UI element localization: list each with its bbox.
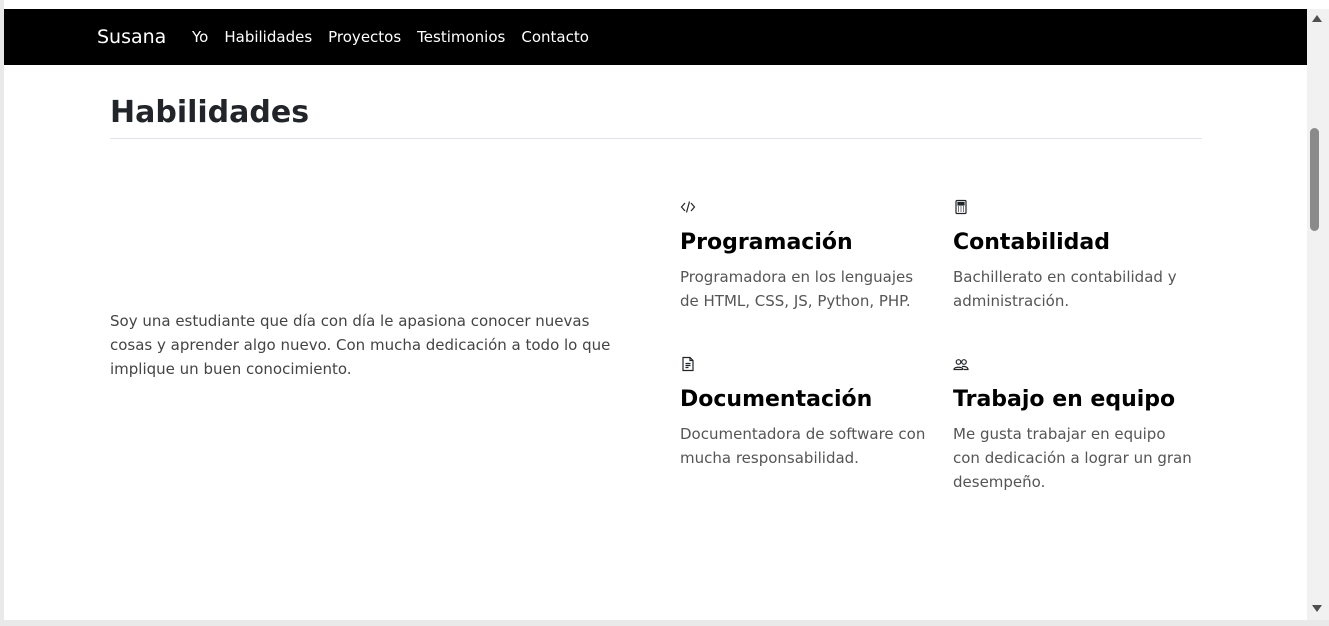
skill-card-contabilidad: Contabilidad Bachillerato en contabilida… bbox=[953, 199, 1203, 313]
document-icon bbox=[680, 356, 696, 372]
code-icon bbox=[680, 199, 696, 215]
skill-title: Trabajo en equipo bbox=[953, 387, 1176, 412]
skill-card-trabajo-en-equipo: Trabajo en equipo Me gusta trabajar en e… bbox=[953, 356, 1193, 494]
skill-title: Documentación bbox=[680, 387, 873, 412]
nav-link-habilidades[interactable]: Habilidades bbox=[216, 27, 320, 47]
nav-links: Yo Habilidades Proyectos Testimonios Con… bbox=[184, 27, 597, 47]
skill-card-programacion: Programación Programadora en los lenguaj… bbox=[680, 199, 930, 313]
scrollbar-thumb[interactable] bbox=[1310, 128, 1319, 231]
section-divider bbox=[110, 138, 1202, 139]
brand-link[interactable]: Susana bbox=[97, 25, 166, 49]
nav-link-testimonios[interactable]: Testimonios bbox=[409, 27, 513, 47]
skill-description: Programadora en los lenguajes de HTML, C… bbox=[680, 268, 914, 310]
skill-title: Programación bbox=[680, 230, 853, 255]
intro-text: Soy una estudiante que día con día le ap… bbox=[110, 312, 611, 378]
scroll-up-arrow-icon[interactable] bbox=[1312, 15, 1322, 22]
nav-link-yo[interactable]: Yo bbox=[184, 27, 216, 47]
calculator-icon bbox=[953, 199, 969, 215]
window-top-strip bbox=[4, 0, 1307, 9]
nav-link-contacto[interactable]: Contacto bbox=[513, 27, 597, 47]
section-title: Habilidades bbox=[110, 95, 310, 130]
nav-link-proyectos[interactable]: Proyectos bbox=[320, 27, 409, 47]
window-left-edge bbox=[0, 0, 4, 626]
skill-card-documentacion: Documentación Documentadora de software … bbox=[680, 356, 930, 470]
skill-description: Bachillerato en contabilidad y administr… bbox=[953, 268, 1177, 310]
skill-description: Documentadora de software con mucha resp… bbox=[680, 425, 926, 467]
window-bottom-edge bbox=[0, 620, 1329, 626]
people-icon bbox=[953, 356, 969, 372]
skill-title: Contabilidad bbox=[953, 230, 1110, 255]
skill-description: Me gusta trabajar en equipo con dedicaci… bbox=[953, 425, 1192, 491]
vertical-scrollbar[interactable] bbox=[1307, 9, 1329, 620]
scroll-down-arrow-icon[interactable] bbox=[1312, 605, 1322, 612]
navbar: Susana Yo Habilidades Proyectos Testimon… bbox=[4, 9, 1307, 65]
